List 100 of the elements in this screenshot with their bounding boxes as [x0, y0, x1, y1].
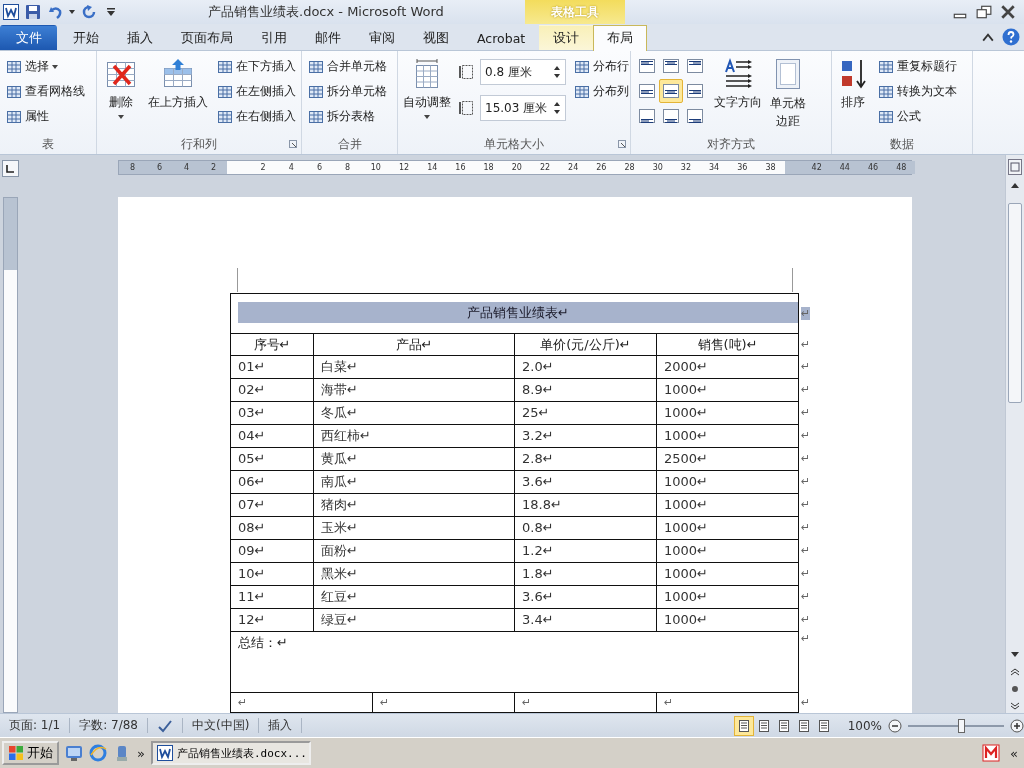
windows-logo-icon: [8, 745, 24, 761]
ribbon-tab[interactable]: 插入: [113, 25, 167, 50]
zoom-out-icon[interactable]: [888, 718, 902, 733]
ribbon-tab[interactable]: 引用: [247, 25, 301, 50]
vertical-scrollbar[interactable]: [1005, 155, 1024, 713]
taskbar-button[interactable]: 产品销售业绩表.docx...: [150, 741, 311, 765]
ribbon-button[interactable]: 在右侧插入: [215, 104, 298, 129]
dialog-launcher-icon[interactable]: [618, 140, 626, 148]
ribbon-button[interactable]: 分布列: [572, 79, 631, 104]
dialog-launcher-icon[interactable]: [289, 140, 297, 148]
ribbon-button[interactable]: 单元格边距: [769, 54, 807, 132]
table-cell: 2.0↵: [514, 355, 657, 379]
ribbon-button[interactable]: 分布行: [572, 54, 631, 79]
scroll-up-icon[interactable]: [1010, 181, 1020, 189]
table-cell: 南瓜↵: [313, 470, 515, 494]
ribbon-button[interactable]: 在下方插入: [215, 54, 298, 79]
tab-stop-button[interactable]: [1, 160, 19, 177]
ribbon-tab[interactable]: 视图: [409, 25, 463, 50]
ribbon-tab[interactable]: 设计: [539, 25, 594, 50]
desktop-icon[interactable]: [65, 744, 83, 762]
ribbon-button[interactable]: 重复标题行: [876, 54, 959, 79]
ribbon-button[interactable]: 合并单元格: [306, 54, 389, 79]
word-icon[interactable]: [3, 4, 19, 20]
ribbon-tab[interactable]: 文件: [0, 25, 57, 50]
size-field[interactable]: 0.8 厘米: [480, 59, 566, 85]
next-page-icon[interactable]: [1010, 702, 1020, 710]
browser-icon[interactable]: [89, 744, 107, 762]
table-cell: 面粉↵: [313, 539, 515, 563]
ribbon-button[interactable]: 在上方插入: [147, 54, 209, 132]
ruler-number: 42: [810, 163, 823, 172]
browse-object-icon[interactable]: [1010, 685, 1020, 693]
ribbon-button[interactable]: 公式: [876, 104, 959, 129]
table-cell: 白菜↵: [313, 355, 515, 379]
ribbon-tab[interactable]: Acrobat: [463, 25, 540, 50]
zoom-level[interactable]: 100%: [833, 718, 888, 733]
customize-icon[interactable]: [107, 8, 115, 16]
ribbon-tab[interactable]: 布局: [593, 25, 648, 51]
ruler-number: 16: [454, 163, 467, 172]
table-cell: ↵: [230, 692, 373, 713]
scrollbar-thumb[interactable]: [1008, 203, 1022, 403]
table-cell: 黑米↵: [313, 562, 515, 586]
align-button[interactable]: [659, 79, 683, 103]
spinner-icon[interactable]: [553, 64, 561, 80]
group-label: 单元格大小: [484, 135, 544, 153]
table-cell: 1000↵: [656, 608, 799, 632]
table-cell: 1000↵: [656, 562, 799, 586]
caret-icon[interactable]: [69, 10, 75, 14]
table-icon: [217, 83, 233, 100]
crop-mark: [237, 268, 238, 292]
word-count[interactable]: 字数: 7/88: [70, 718, 148, 733]
close-icon[interactable]: [1000, 5, 1016, 19]
ribbon-button[interactable]: 文字方向: [713, 54, 763, 132]
table-cell: ↵: [656, 692, 799, 713]
group-label: 数据: [890, 135, 914, 153]
previous-page-icon[interactable]: [1010, 668, 1020, 676]
zoom-in-icon[interactable]: [1010, 718, 1024, 733]
ribbon-button[interactable]: 转换为文本: [876, 79, 959, 104]
scroll-down-icon[interactable]: [1010, 651, 1020, 659]
spinner-icon[interactable]: [553, 100, 561, 116]
ribbon-tab[interactable]: 审阅: [355, 25, 409, 50]
ribbon-button[interactable]: 属性: [4, 104, 87, 129]
save-icon[interactable]: [25, 4, 41, 20]
table-cell: ↵: [514, 692, 657, 713]
ribbon-tab[interactable]: 开始: [59, 25, 113, 50]
ribbon-button[interactable]: 选择: [4, 54, 87, 79]
table-icon: [217, 108, 233, 125]
ruler-number: 14: [426, 163, 439, 172]
size-field[interactable]: 15.03 厘米: [480, 95, 566, 121]
restore-icon[interactable]: [976, 5, 992, 19]
language-indicator[interactable]: 中文(中国): [183, 718, 260, 733]
table-cell: 18.8↵: [514, 493, 657, 517]
undo-icon[interactable]: [47, 4, 63, 20]
tray-toggle[interactable]: «: [1006, 745, 1022, 761]
table-cell: 08↵: [230, 516, 314, 540]
table-cell: 3.2↵: [514, 424, 657, 448]
ribbon-button[interactable]: 拆分单元格: [306, 79, 389, 104]
collapse-ribbon-icon[interactable]: [982, 32, 994, 42]
ribbon-button[interactable]: 自动调整: [402, 54, 452, 132]
table-icon: [308, 83, 324, 100]
page-count[interactable]: 页面: 1/1: [0, 718, 71, 733]
ribbon-tab[interactable]: 页面布局: [167, 25, 247, 50]
ribbon-button[interactable]: 在左侧插入: [215, 79, 298, 104]
ribbon-button[interactable]: 查看网格线: [4, 79, 87, 104]
column-width-icon: [458, 99, 476, 117]
ribbon-tab[interactable]: 邮件: [301, 25, 355, 50]
tray-app-icon[interactable]: [982, 744, 1001, 762]
view-button[interactable]: [733, 715, 754, 736]
ruler-toggle-icon[interactable]: [1008, 159, 1022, 175]
start-button[interactable]: 开始: [2, 741, 59, 765]
redo-icon[interactable]: [81, 4, 97, 20]
help-icon[interactable]: [1002, 28, 1020, 46]
table-cell: 2500↵: [656, 447, 799, 471]
ruler-number: 18: [482, 163, 495, 172]
insert-mode[interactable]: 插入: [259, 718, 303, 733]
ribbon-button[interactable]: 拆分表格: [306, 104, 389, 129]
slider-thumb[interactable]: [957, 718, 965, 733]
ribbon-button[interactable]: 排序: [836, 54, 870, 132]
ribbon-button[interactable]: 删除: [101, 54, 141, 132]
table-cell: 1.8↵: [514, 562, 657, 586]
more-button[interactable]: »: [137, 745, 145, 761]
